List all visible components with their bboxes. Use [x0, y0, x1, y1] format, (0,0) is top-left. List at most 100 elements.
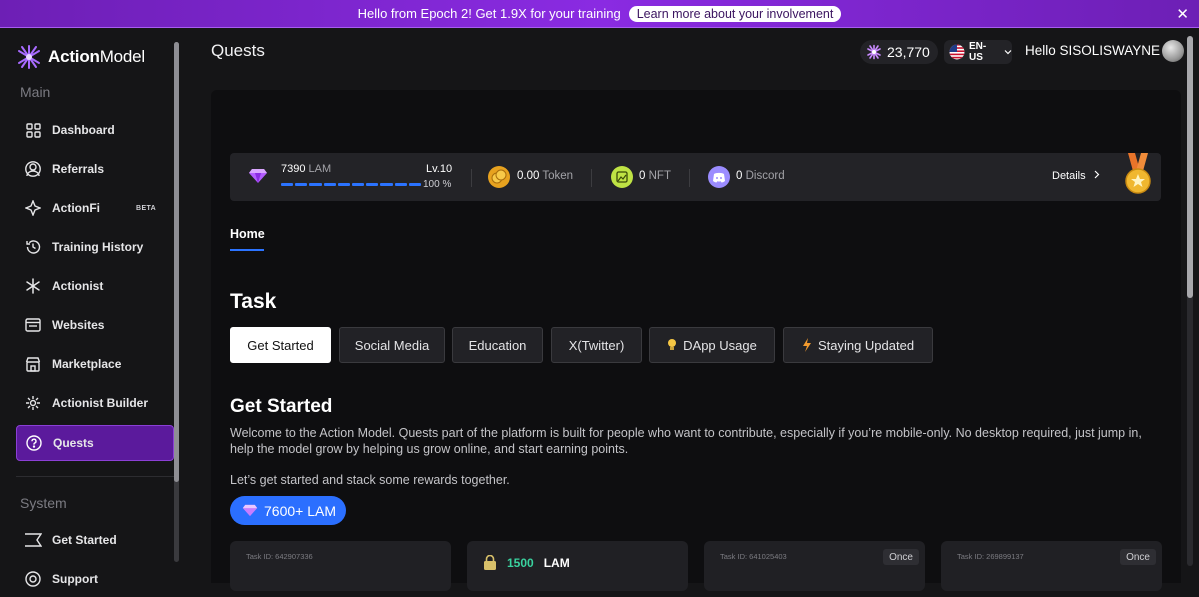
- progress-percent: 100 %: [423, 179, 452, 190]
- close-icon[interactable]: ✕: [1176, 5, 1189, 23]
- marketplace-icon: [24, 355, 42, 373]
- lam-balance: 7390 LAM: [281, 163, 332, 175]
- points-balance[interactable]: 23,770: [860, 40, 938, 64]
- progress-segment: [309, 183, 322, 186]
- nft-icon: [611, 166, 633, 188]
- referrals-icon: [24, 160, 42, 178]
- get-started-cta-text: Let’s get started and stack some rewards…: [230, 473, 510, 487]
- task-card[interactable]: Task ID: 642907336: [230, 541, 451, 591]
- sidebar-item-quests[interactable]: Quests: [16, 425, 174, 461]
- category-staying-updated[interactable]: Staying Updated: [783, 327, 933, 363]
- sidebar: ActionModel Main Dashboard Referrals Act…: [0, 28, 192, 587]
- grid-icon: [24, 121, 42, 139]
- support-icon: [24, 570, 42, 588]
- main-scrollbar[interactable]: [1187, 36, 1193, 566]
- progress-segment: [408, 183, 422, 186]
- user-greeting: Hello SISOLISWAYNE: [1025, 43, 1161, 58]
- stat-divider: [689, 169, 690, 187]
- token-coin-icon: [488, 166, 510, 188]
- task-card[interactable]: Task ID: 641025403 Once: [704, 541, 925, 591]
- token-stat: 0.00 Token: [517, 170, 574, 182]
- sidebar-item-get-started[interactable]: Get Started: [16, 522, 174, 558]
- sidebar-item-label: Dashboard: [52, 123, 115, 137]
- sidebar-item-label: Support: [52, 572, 98, 586]
- sidebar-item-label: Training History: [52, 240, 144, 254]
- tab-active-indicator: [230, 249, 264, 251]
- sidebar-item-actionist-builder[interactable]: Actionist Builder: [16, 385, 174, 421]
- sidebar-item-label: Actionist Builder: [52, 396, 149, 410]
- chevron-down-icon: [1004, 50, 1012, 55]
- announcement-banner: Hello from Epoch 2! Get 1.9X for your tr…: [0, 0, 1199, 28]
- lock-icon: [484, 555, 496, 570]
- get-started-description: Welcome to the Action Model. Quests part…: [230, 426, 1142, 456]
- level-label: Lv.10: [426, 163, 453, 175]
- sidebar-item-label: Quests: [53, 436, 94, 450]
- reward-badge: 7600+ LAM: [230, 496, 346, 525]
- task-card[interactable]: Task ID: 269899137 Once: [941, 541, 1162, 591]
- logo[interactable]: ActionModel: [16, 44, 145, 70]
- locked-amount: 1500: [507, 555, 534, 570]
- logo-icon: [18, 45, 40, 69]
- level-progress-bar: [281, 183, 422, 186]
- diamond-icon: [249, 169, 267, 183]
- sidebar-item-referrals[interactable]: Referrals: [16, 151, 174, 187]
- category-dapp-usage[interactable]: DApp Usage: [649, 327, 775, 363]
- bolt-icon: [802, 338, 811, 352]
- progress-segment: [366, 183, 379, 186]
- stat-divider: [471, 169, 472, 187]
- sidebar-item-websites[interactable]: Websites: [16, 307, 174, 343]
- stat-divider: [591, 169, 592, 187]
- progress-segment: [380, 183, 393, 186]
- locked-unit: LAM: [543, 555, 570, 570]
- main-scroll-thumb[interactable]: [1187, 36, 1193, 298]
- bulb-icon: [668, 339, 677, 350]
- nft-stat: 0 NFT: [639, 170, 671, 182]
- page-title: Quests: [211, 41, 265, 60]
- locked-reward: 1500 LAM: [483, 555, 570, 570]
- sidebar-item-actionist[interactable]: Actionist: [16, 268, 174, 304]
- sidebar-scroll-thumb[interactable]: [174, 42, 179, 482]
- task-heading: Task: [230, 290, 277, 313]
- category-social-media[interactable]: Social Media: [339, 327, 445, 363]
- quests-icon: [25, 434, 43, 452]
- sidebar-item-label: ActionFi: [52, 201, 100, 215]
- discord-icon: [708, 166, 730, 188]
- details-link[interactable]: Details: [1052, 170, 1101, 182]
- once-badge: Once: [883, 549, 919, 565]
- sidebar-item-label: Actionist: [52, 279, 104, 293]
- sidebar-item-marketplace[interactable]: Marketplace: [16, 346, 174, 382]
- task-card-locked[interactable]: 1500 LAM: [467, 541, 688, 591]
- tab-home[interactable]: Home: [230, 227, 265, 241]
- sidebar-item-actionfi[interactable]: ActionFi BETA: [16, 190, 174, 226]
- section-label-system: System: [20, 495, 67, 511]
- category-x-twitter[interactable]: X(Twitter): [551, 327, 642, 363]
- progress-segment: [394, 183, 407, 186]
- task-id: Task ID: 641025403: [720, 552, 787, 561]
- beta-badge: BETA: [136, 204, 157, 212]
- logo-text: ActionModel: [48, 47, 145, 66]
- points-icon: [867, 44, 881, 60]
- sidebar-item-dashboard[interactable]: Dashboard: [16, 112, 174, 148]
- sidebar-item-support[interactable]: Support: [16, 561, 174, 597]
- sidebar-item-label: Get Started: [52, 533, 117, 547]
- sidebar-scrollbar[interactable]: [174, 42, 179, 562]
- actionist-icon: [24, 277, 42, 295]
- category-education[interactable]: Education: [452, 327, 543, 363]
- once-badge: Once: [1120, 549, 1156, 565]
- banner-learn-more-link[interactable]: Learn more about your involvement: [628, 5, 842, 22]
- sidebar-item-training-history[interactable]: Training History: [16, 229, 174, 265]
- get-started-heading: Get Started: [230, 396, 333, 417]
- progress-segment: [337, 183, 351, 186]
- sidebar-item-label: Marketplace: [52, 357, 122, 371]
- actionfi-icon: [24, 199, 42, 217]
- diamond-icon: [242, 504, 258, 517]
- websites-icon: [24, 316, 42, 334]
- language-selector[interactable]: EN-US: [944, 40, 1012, 64]
- progress-segment: [281, 183, 294, 186]
- builder-icon: [24, 394, 42, 412]
- avatar[interactable]: [1162, 40, 1184, 62]
- medal-icon: [1125, 153, 1151, 194]
- get-started-icon: [24, 531, 42, 549]
- category-get-started[interactable]: Get Started: [230, 327, 331, 363]
- discord-stat: 0 Discord: [736, 170, 785, 182]
